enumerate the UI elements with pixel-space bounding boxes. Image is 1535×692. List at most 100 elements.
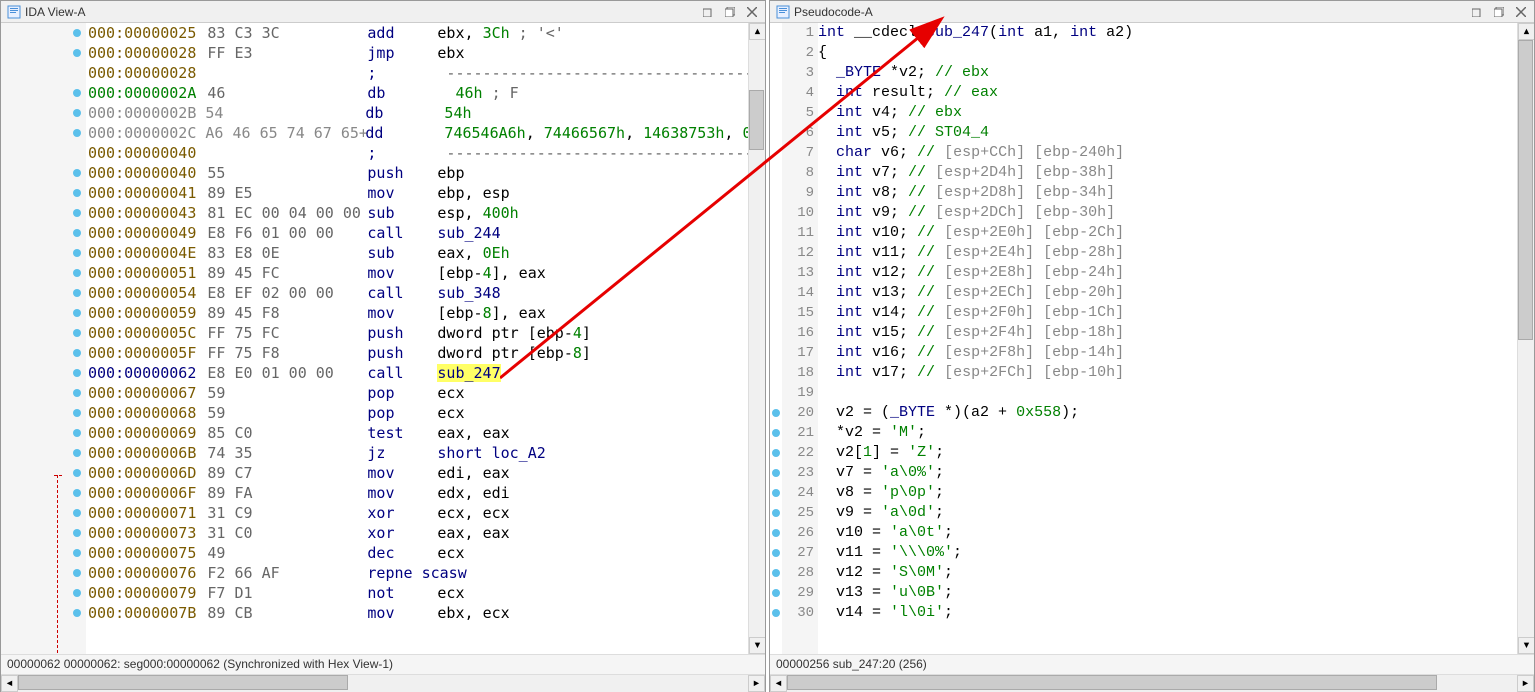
pseudocode-line[interactable]: int v17; // [esp+2FCh] [ebp-10h] [818,363,1517,383]
restore-icon[interactable] [1470,5,1484,19]
breakpoint-dot[interactable] [73,209,81,217]
pseudocode-line[interactable]: int v7; // [esp+2D4h] [ebp-38h] [818,163,1517,183]
asm-line[interactable]: 000:0000005C FF 75 FCpushdword ptr [ebp-… [86,323,748,343]
breakpoint-dot[interactable] [772,409,780,417]
asm-line[interactable]: 000:0000006B 74 35jzshort loc_A2 [86,443,748,463]
breakpoint-dot[interactable] [772,509,780,517]
scroll-down-icon[interactable]: ▾ [1518,637,1534,654]
pseudocode-line[interactable]: v12 = 'S\0M'; [818,563,1517,583]
disassembly-listing[interactable]: 000:00000025 83 C3 3Caddebx, 3Ch ; '<'00… [86,23,748,654]
asm-line[interactable]: 000:0000007B 89 CBmovebx, ecx [86,603,748,623]
asm-line[interactable]: 000:0000004E 83 E8 0Esubeax, 0Eh [86,243,748,263]
breakpoint-dot[interactable] [73,269,81,277]
asm-line[interactable]: 000:00000071 31 C9xorecx, ecx [86,503,748,523]
pseudocode-line[interactable]: int v10; // [esp+2E0h] [ebp-2Ch] [818,223,1517,243]
breakpoint-dot[interactable] [73,109,81,117]
asm-line[interactable]: 000:00000051 89 45 FCmov[ebp-4], eax [86,263,748,283]
vertical-scrollbar[interactable]: ▴ ▾ [748,23,765,654]
breakpoint-dot[interactable] [73,289,81,297]
breakpoint-dot[interactable] [73,569,81,577]
breakpoint-dot[interactable] [73,369,81,377]
scroll-right-icon[interactable]: ▸ [1517,675,1534,692]
scroll-left-icon[interactable]: ◂ [1,675,18,692]
asm-line[interactable]: 000:00000075 49dececx [86,543,748,563]
pseudocode-line[interactable]: int v13; // [esp+2ECh] [ebp-20h] [818,283,1517,303]
breakpoint-dot[interactable] [772,429,780,437]
pseudocode-line[interactable]: v2 = (_BYTE *)(a2 + 0x558); [818,403,1517,423]
asm-line[interactable]: 000:00000073 31 C0xoreax, eax [86,523,748,543]
asm-line[interactable]: 000:00000028 ; -------------------------… [86,63,748,83]
breakpoint-dot[interactable] [772,489,780,497]
asm-line[interactable]: 000:0000006D 89 C7movedi, eax [86,463,748,483]
hscroll-thumb[interactable] [18,675,348,690]
pseudocode-line[interactable]: v10 = 'a\0t'; [818,523,1517,543]
breakpoint-dot[interactable] [772,549,780,557]
scroll-track[interactable] [749,40,765,637]
hscroll-track[interactable] [18,675,748,692]
asm-line[interactable]: 000:00000062 E8 E0 01 00 00callsub_247 [86,363,748,383]
breakpoint-dot[interactable] [73,529,81,537]
pseudocode-line[interactable]: v7 = 'a\0%'; [818,463,1517,483]
breakpoint-dot[interactable] [772,529,780,537]
hscroll-thumb[interactable] [787,675,1437,690]
pseudocode-line[interactable]: v9 = 'a\0d'; [818,503,1517,523]
breakpoint-dot[interactable] [772,589,780,597]
scroll-left-icon[interactable]: ◂ [770,675,787,692]
asm-line[interactable]: 000:00000059 89 45 F8mov[ebp-8], eax [86,303,748,323]
breakpoint-dot[interactable] [73,409,81,417]
breakpoint-dot[interactable] [73,329,81,337]
asm-line[interactable]: 000:0000002A 46db 46h ; F [86,83,748,103]
asm-line[interactable]: 000:00000069 85 C0testeax, eax [86,423,748,443]
asm-line[interactable]: 000:0000005F FF 75 F8pushdword ptr [ebp-… [86,343,748,363]
breakpoint-dot[interactable] [772,449,780,457]
pseudocode-listing[interactable]: int __cdecl sub_247(int a1, int a2){ _BY… [818,23,1517,654]
asm-line[interactable]: 000:00000054 E8 EF 02 00 00callsub_348 [86,283,748,303]
scroll-thumb[interactable] [1518,40,1533,340]
breakpoint-dot[interactable] [73,489,81,497]
restore-icon[interactable] [701,5,715,19]
asm-line[interactable]: 000:00000040 ; -------------------------… [86,143,748,163]
asm-line[interactable]: 000:00000025 83 C3 3Caddebx, 3Ch ; '<' [86,23,748,43]
asm-line[interactable]: 000:0000002C A6 46 65 74 67 65+dd 746546… [86,123,748,143]
breakpoint-dot[interactable] [73,549,81,557]
breakpoint-dot[interactable] [73,129,81,137]
pseudocode-line[interactable]: int v12; // [esp+2E8h] [ebp-24h] [818,263,1517,283]
asm-line[interactable]: 000:00000041 89 E5movebp, esp [86,183,748,203]
pseudocode-line[interactable]: int result; // eax [818,83,1517,103]
breakpoint-dot[interactable] [73,249,81,257]
breakpoint-dot[interactable] [73,389,81,397]
breakpoint-dot[interactable] [73,349,81,357]
pseudocode-line[interactable]: v8 = 'p\0p'; [818,483,1517,503]
pseudocode-line[interactable]: v2[1] = 'Z'; [818,443,1517,463]
pseudocode-line[interactable]: _BYTE *v2; // ebx [818,63,1517,83]
breakpoint-dot[interactable] [73,469,81,477]
breakpoint-dot[interactable] [73,589,81,597]
asm-line[interactable]: 000:00000040 55pushebp [86,163,748,183]
horizontal-scrollbar[interactable]: ◂ ▸ [770,674,1534,691]
pseudocode-line[interactable]: int v14; // [esp+2F0h] [ebp-1Ch] [818,303,1517,323]
asm-line[interactable]: 000:0000006F 89 FAmovedx, edi [86,483,748,503]
pseudocode-line[interactable]: int v8; // [esp+2D8h] [ebp-34h] [818,183,1517,203]
breakpoint-dot[interactable] [73,309,81,317]
asm-line[interactable]: 000:00000028 FF E3jmpebx [86,43,748,63]
pseudocode-line[interactable]: v13 = 'u\0B'; [818,583,1517,603]
hscroll-track[interactable] [787,675,1517,692]
scroll-up-icon[interactable]: ▴ [1518,23,1534,40]
scroll-up-icon[interactable]: ▴ [749,23,765,40]
scroll-track[interactable] [1518,40,1534,637]
scroll-down-icon[interactable]: ▾ [749,637,765,654]
breakpoint-dot[interactable] [73,49,81,57]
pseudocode-line[interactable]: int v15; // [esp+2F4h] [ebp-18h] [818,323,1517,343]
pseudocode-line[interactable]: int __cdecl sub_247(int a1, int a2) [818,23,1517,43]
scroll-right-icon[interactable]: ▸ [748,675,765,692]
breakpoint-dot[interactable] [73,89,81,97]
breakpoint-dot[interactable] [73,609,81,617]
asm-line[interactable]: 000:00000067 59popecx [86,383,748,403]
asm-line[interactable]: 000:00000043 81 EC 00 04 00 00subesp, 40… [86,203,748,223]
pseudocode-line[interactable]: { [818,43,1517,63]
close-icon[interactable] [745,5,759,19]
scroll-thumb[interactable] [749,90,764,150]
horizontal-scrollbar[interactable]: ◂ ▸ [1,674,765,691]
close-icon[interactable] [1514,5,1528,19]
pseudocode-line[interactable]: int v11; // [esp+2E4h] [ebp-28h] [818,243,1517,263]
